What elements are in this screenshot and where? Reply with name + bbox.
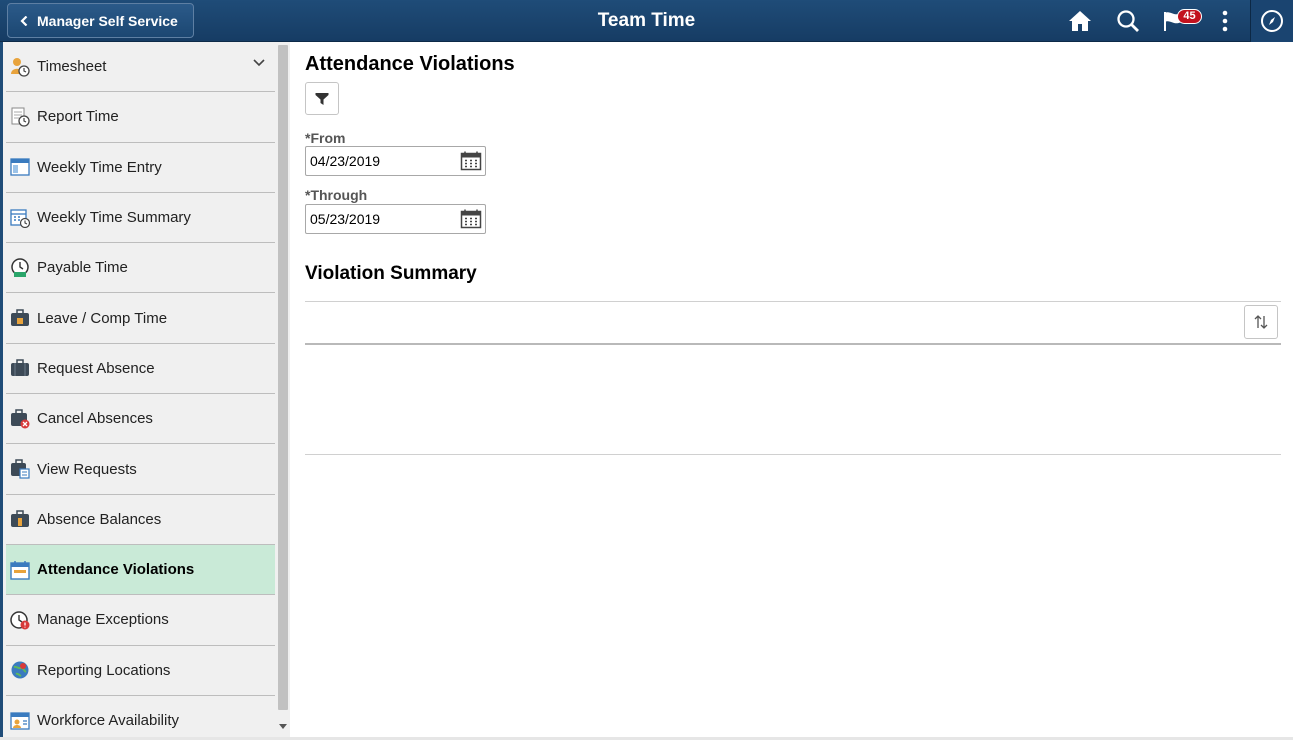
sidebar-item-label: Report Time <box>37 108 119 126</box>
sidebar-item-weekly-time-entry[interactable]: Weekly Time Entry <box>6 143 275 193</box>
briefcase-cancel-icon <box>9 408 31 430</box>
briefcase-icon <box>9 357 31 379</box>
sidebar-item-label: Absence Balances <box>37 510 162 528</box>
sidebar-item-label: Attendance Violations <box>37 561 195 579</box>
briefcase-icon <box>9 307 31 329</box>
sidebar-item-view-requests[interactable]: View Requests <box>6 444 275 495</box>
sidebar-item-workforce-availability[interactable]: Workforce Availability <box>6 696 275 740</box>
weekly-summary-icon <box>9 207 31 229</box>
sidebar-item-label: Weekly Time Summary <box>37 209 191 227</box>
side-navigation: Timesheet Report Time Weekly Time Entry … <box>0 42 291 740</box>
sidebar-item-label: Payable Time <box>37 259 128 277</box>
filter-icon <box>315 92 329 105</box>
grid-bottom-border <box>305 454 1281 455</box>
weekly-entry-icon <box>9 156 31 178</box>
from-date-field[interactable]: 04/23/2019 <box>305 146 486 176</box>
sidebar-item-request-absence[interactable]: Request Absence <box>6 344 275 395</box>
sidebar-item-absence-balances[interactable]: Absence Balances <box>6 495 275 545</box>
sidebar-item-timesheet[interactable]: Timesheet <box>6 42 275 93</box>
navbar-compass-icon[interactable] <box>1259 8 1285 34</box>
globe-location-icon <box>9 659 31 681</box>
back-button-label: Manager Self Service <box>37 12 178 29</box>
from-label: *From <box>305 130 346 146</box>
from-date-value: 04/23/2019 <box>310 153 381 169</box>
home-icon[interactable] <box>1067 8 1093 34</box>
scrollbar-thumb[interactable] <box>278 45 288 710</box>
sidebar-item-label: Manage Exceptions <box>37 611 169 629</box>
sidebar-item-report-time[interactable]: Report Time <box>6 92 275 143</box>
calendar-picker-icon[interactable] <box>460 209 482 229</box>
briefcase-calendar-icon <box>9 458 31 480</box>
payable-time-icon <box>9 257 31 279</box>
chevron-down-icon[interactable] <box>253 59 265 67</box>
sidebar-item-leave-comp-time[interactable]: Leave / Comp Time <box>6 293 275 344</box>
main-content: Attendance Violations *From 04/23/2019 *… <box>290 42 1293 740</box>
sidebar-item-label: Weekly Time Entry <box>37 158 162 176</box>
notification-count-badge: 45 <box>1177 9 1202 24</box>
sidebar-item-reporting-locations[interactable]: Reporting Locations <box>6 646 275 696</box>
scroll-down-arrow-icon[interactable] <box>279 724 287 729</box>
through-date-value: 05/23/2019 <box>310 211 381 227</box>
calendar-icon <box>9 559 31 581</box>
back-button[interactable]: Manager Self Service <box>7 3 194 38</box>
briefcase-balance-icon <box>9 508 31 530</box>
chevron-left-icon <box>20 15 28 26</box>
exceptions-icon <box>9 609 31 631</box>
sidebar-item-manage-exceptions[interactable]: Manage Exceptions <box>6 595 275 646</box>
filter-button[interactable] <box>305 82 339 115</box>
through-label: *Through <box>305 187 368 203</box>
sidebar-item-label: Reporting Locations <box>37 661 171 679</box>
violation-summary-heading: Violation Summary <box>305 263 477 284</box>
search-icon[interactable] <box>1115 8 1141 34</box>
sidebar-item-cancel-absences[interactable]: Cancel Absences <box>6 394 275 445</box>
sidebar-scrollbar[interactable] <box>275 42 291 740</box>
grid-top-border <box>305 301 1281 302</box>
sidebar-item-label: View Requests <box>37 460 137 478</box>
sidebar-item-payable-time[interactable]: Payable Time <box>6 243 275 294</box>
sidebar-item-attendance-violations[interactable]: Attendance Violations <box>6 544 275 596</box>
sidebar-item-weekly-time-summary[interactable]: Weekly Time Summary <box>6 193 275 244</box>
sort-arrows-icon <box>1254 315 1268 329</box>
side-navigation-list: Timesheet Report Time Weekly Time Entry … <box>6 42 275 740</box>
through-date-field[interactable]: 05/23/2019 <box>305 204 486 234</box>
sidebar-item-label: Cancel Absences <box>37 410 153 428</box>
calendar-picker-icon[interactable] <box>460 151 482 171</box>
workforce-icon <box>9 710 31 732</box>
top-banner: Manager Self Service Team Time 45 <box>0 0 1293 42</box>
sidebar-item-label: Workforce Availability <box>37 712 180 729</box>
page-heading: Attendance Violations <box>305 53 515 75</box>
grid-header-divider <box>305 343 1281 345</box>
report-time-icon <box>9 106 31 128</box>
more-actions-icon[interactable] <box>1212 8 1238 34</box>
sidebar-item-label: Timesheet <box>37 58 107 76</box>
timesheet-icon <box>9 56 31 78</box>
sidebar-item-label: Request Absence <box>37 359 155 377</box>
sidebar-item-label: Leave / Comp Time <box>37 309 168 327</box>
sort-button[interactable] <box>1244 305 1278 339</box>
